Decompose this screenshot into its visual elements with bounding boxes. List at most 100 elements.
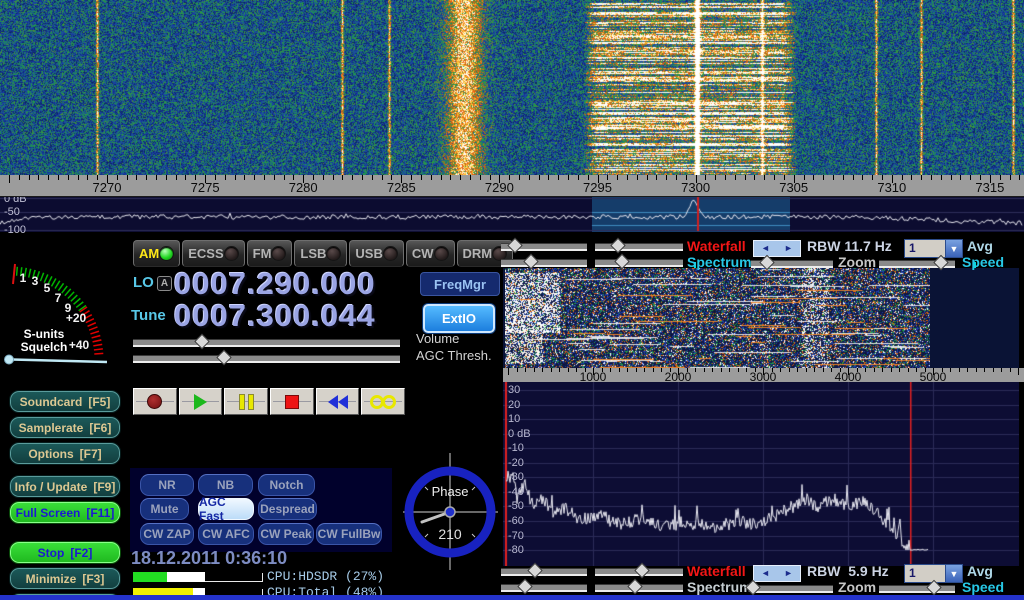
mode-led-icon bbox=[434, 246, 449, 261]
audio-waterfall-display[interactable] bbox=[505, 268, 930, 368]
tune-frequency[interactable]: 0007.300.044 bbox=[174, 298, 376, 334]
extio-button[interactable]: ExtIO bbox=[423, 304, 495, 333]
waterfall-label[interactable]: Waterfall bbox=[687, 564, 746, 579]
lo-label: LO bbox=[133, 274, 154, 291]
menu-button-soundcard[interactable]: Soundcard[F5] bbox=[9, 390, 121, 413]
freq-tick bbox=[156, 175, 157, 180]
s-meter[interactable]: 13579+20+40 S-units Squelch bbox=[0, 238, 128, 386]
mode-button-cw[interactable]: CW bbox=[406, 240, 455, 267]
spectrum-range-slider[interactable] bbox=[595, 581, 683, 593]
audio-freq-tick bbox=[525, 368, 526, 372]
menu-button-stop[interactable]: Stop[F2] bbox=[9, 541, 121, 564]
arrow-right-icon: ► bbox=[784, 569, 793, 578]
freq-tick bbox=[166, 175, 167, 180]
mode-button-fm[interactable]: FM bbox=[247, 240, 293, 267]
volume-slider[interactable] bbox=[133, 336, 400, 348]
audio-freq-tick bbox=[797, 368, 798, 372]
freq-tick bbox=[647, 175, 648, 180]
record-button[interactable] bbox=[133, 388, 177, 415]
freq-tick bbox=[38, 175, 39, 180]
dsp-button-notch[interactable]: Notch bbox=[258, 474, 315, 496]
db-scale-label: 0 dB bbox=[508, 428, 531, 440]
dsp-button-cw-fullbw[interactable]: CW FullBw bbox=[316, 523, 382, 545]
spectrum-label[interactable]: Spectrum bbox=[687, 255, 752, 270]
freq-tick bbox=[539, 175, 540, 180]
audio-freq-tick bbox=[712, 368, 713, 372]
audio-spectrum-display[interactable] bbox=[503, 382, 1019, 566]
chevron-down-icon[interactable]: ▼ bbox=[945, 240, 962, 257]
freq-tick bbox=[656, 175, 657, 180]
mode-button-am[interactable]: AM bbox=[133, 240, 180, 267]
freq-tick bbox=[68, 175, 69, 180]
speed-slider[interactable] bbox=[879, 257, 955, 269]
dsp-button-mute[interactable]: Mute bbox=[140, 498, 189, 520]
audio-freq-tick bbox=[959, 368, 960, 372]
audio-freq-tick bbox=[729, 368, 730, 372]
audio-freq-tick bbox=[891, 368, 892, 372]
spectrum-gain-slider[interactable] bbox=[501, 581, 587, 593]
speed-slider[interactable] bbox=[879, 582, 955, 594]
chevron-down-icon[interactable]: ▼ bbox=[945, 565, 962, 582]
freq-tick bbox=[342, 175, 343, 180]
contrast-slider[interactable] bbox=[595, 565, 683, 577]
cpu-hdsdr-label: CPU:HDSDR (27%) bbox=[267, 569, 384, 584]
pause-button[interactable] bbox=[224, 388, 268, 415]
stop-button[interactable] bbox=[270, 388, 314, 415]
menu-button-info-update[interactable]: Info / Update[F9] bbox=[9, 475, 121, 498]
avg-select[interactable]: 1 ▼ bbox=[904, 239, 963, 258]
mode-label: CW bbox=[412, 246, 434, 261]
shift-buttons[interactable]: ◄► bbox=[753, 565, 801, 582]
mode-button-usb[interactable]: USB bbox=[349, 240, 403, 267]
lo-frequency[interactable]: 0007.290.000 bbox=[174, 266, 376, 302]
dsp-button-cw-afc[interactable]: CW AFC bbox=[198, 523, 254, 545]
play-button[interactable] bbox=[179, 388, 223, 415]
audio-freq-tick bbox=[806, 368, 807, 372]
loop-button[interactable] bbox=[361, 388, 405, 415]
shift-buttons[interactable]: ◄► bbox=[753, 240, 801, 257]
waterfall-label[interactable]: Waterfall bbox=[687, 239, 746, 254]
audio-waterfall-panel[interactable] bbox=[503, 268, 1019, 368]
dsp-button-agc-fast[interactable]: AGC Fast bbox=[198, 498, 254, 520]
freq-tick bbox=[372, 175, 373, 180]
frequency-scale[interactable]: 7270727572807285729072957300730573107315 bbox=[0, 175, 1024, 197]
mode-button-ecss[interactable]: ECSS bbox=[182, 240, 244, 267]
spectrum-gain-slider[interactable] bbox=[501, 256, 587, 268]
menu-button-minimize[interactable]: Minimize[F3] bbox=[9, 567, 121, 590]
menu-button-options[interactable]: Options[F7] bbox=[9, 442, 121, 465]
menu-button-full-screen[interactable]: Full Screen[F11] bbox=[9, 501, 121, 524]
freq-tick bbox=[274, 175, 275, 180]
spectrum-range-slider[interactable] bbox=[595, 256, 683, 268]
freqmgr-button[interactable]: FreqMgr bbox=[420, 272, 500, 296]
menu-button-samplerate[interactable]: Samplerate[F6] bbox=[9, 416, 121, 439]
contrast-slider[interactable] bbox=[595, 240, 683, 252]
main-waterfall-display[interactable] bbox=[0, 0, 1024, 175]
zoom-slider[interactable] bbox=[751, 582, 833, 594]
dsp-button-cw-zap[interactable]: CW ZAP bbox=[140, 523, 194, 545]
rewind-button[interactable] bbox=[316, 388, 360, 415]
freq-tick bbox=[745, 175, 746, 180]
lo-lock-badge[interactable]: A bbox=[157, 276, 172, 291]
spectrum-label[interactable]: Spectrum bbox=[687, 580, 752, 595]
dsp-button-despread[interactable]: Despread bbox=[258, 498, 317, 520]
dsp-button-cw-peak[interactable]: CW Peak bbox=[258, 523, 314, 545]
menu-button-label: Minimize bbox=[26, 572, 77, 586]
cpu-line-1 bbox=[205, 573, 263, 582]
record-icon bbox=[147, 394, 162, 409]
dsp-button-nr[interactable]: NR bbox=[140, 474, 194, 496]
phase-dial[interactable]: Phase 210 bbox=[398, 450, 504, 574]
audio-frequency-scale[interactable]: 10002000300040005000 bbox=[503, 368, 1024, 382]
dsp-button-nb[interactable]: NB bbox=[198, 474, 253, 496]
mode-button-lsb[interactable]: LSB bbox=[294, 240, 347, 267]
brightness-slider[interactable] bbox=[501, 565, 587, 577]
freq-tick bbox=[244, 175, 245, 180]
audio-spectrum-panel[interactable]: 3020100 dB-10-20-30-40-50-60-70-80 bbox=[503, 382, 1019, 566]
freq-tick bbox=[333, 175, 334, 180]
db-scale-label: 30 bbox=[508, 384, 520, 396]
freq-tick bbox=[921, 175, 922, 180]
audio-freq-tick bbox=[814, 368, 815, 372]
db-scale-label: 10 bbox=[508, 413, 520, 425]
agc-threshold-slider[interactable] bbox=[133, 352, 400, 364]
zoom-slider[interactable] bbox=[751, 257, 833, 269]
brightness-slider[interactable] bbox=[501, 240, 587, 252]
audio-freq-tick bbox=[644, 368, 645, 372]
